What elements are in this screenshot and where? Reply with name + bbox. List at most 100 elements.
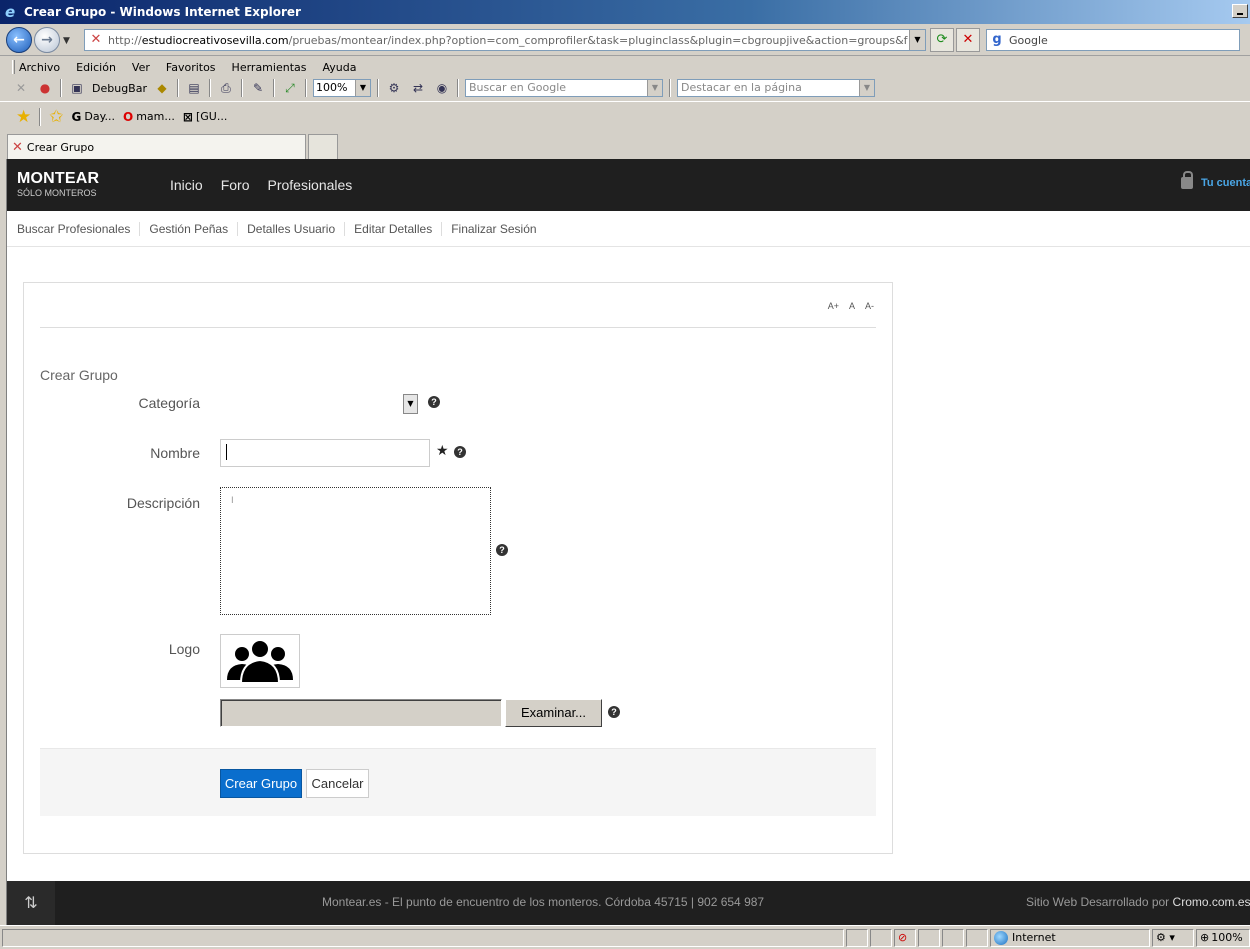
description-textarea[interactable]: I bbox=[220, 487, 491, 615]
add-favorite-icon[interactable]: ✩ bbox=[49, 107, 63, 127]
protected-mode-icon[interactable]: ⚙ ▾ bbox=[1152, 929, 1194, 947]
text-cursor-icon: I bbox=[231, 496, 234, 506]
site-favicon-icon: ✕ bbox=[12, 139, 23, 155]
toolbar-separator bbox=[304, 79, 307, 97]
stop-icon: ✕ bbox=[962, 32, 974, 47]
form-actions: Crear Grupo Cancelar bbox=[40, 748, 876, 816]
category-help-icon[interactable]: ? bbox=[428, 396, 440, 408]
refresh-button[interactable]: ⟳ bbox=[930, 28, 954, 52]
eye-icon[interactable]: ◉ bbox=[433, 79, 451, 97]
menu-archivo[interactable]: Archivo bbox=[19, 61, 60, 74]
nav-inicio[interactable]: Inicio bbox=[170, 177, 203, 193]
subnav-gestion-penas[interactable]: Gestión Peñas bbox=[139, 221, 237, 236]
status-cell bbox=[942, 929, 964, 947]
account-link[interactable]: Tu cuenta bbox=[1181, 171, 1250, 189]
favorites-bar: ★ ✩ G Day... Omam... ⊠ [GU... bbox=[0, 101, 1250, 131]
name-help-icon[interactable]: ? bbox=[454, 446, 466, 458]
category-label: Categoría bbox=[138, 395, 200, 411]
ie-tools-icon[interactable]: ◆ bbox=[153, 79, 171, 97]
create-group-button[interactable]: Crear Grupo bbox=[220, 769, 302, 798]
site-favicon-icon: ✕ bbox=[90, 32, 102, 47]
logo-file-input[interactable] bbox=[220, 699, 502, 727]
refresh-icon: ⟳ bbox=[936, 32, 948, 47]
gear-icon[interactable]: ⚙ bbox=[385, 79, 403, 97]
brand-name[interactable]: MONTEAR bbox=[17, 170, 99, 188]
menu-ver[interactable]: Ver bbox=[132, 61, 150, 74]
debugbar-label[interactable]: DebugBar bbox=[92, 82, 147, 95]
forward-button[interactable]: → bbox=[34, 27, 60, 53]
translate-icon[interactable]: ⇄ bbox=[409, 79, 427, 97]
recent-pages-dropdown[interactable]: ▼ bbox=[63, 36, 70, 46]
favorite-item[interactable]: G Day... bbox=[72, 110, 116, 124]
page-icon[interactable]: ▤ bbox=[185, 79, 203, 97]
chevron-down-icon[interactable]: ▼ bbox=[403, 394, 418, 414]
colors-icon[interactable]: ● bbox=[36, 79, 54, 97]
logo-help-icon[interactable]: ? bbox=[608, 706, 620, 718]
site-header: MONTEAR SÓLO MONTEROS Inicio Foro Profes… bbox=[7, 159, 1250, 211]
menu-favoritos[interactable]: Favoritos bbox=[166, 61, 216, 74]
brand-tagline: SÓLO MONTEROS bbox=[17, 188, 97, 198]
font-reset-button[interactable]: A bbox=[849, 301, 855, 311]
favorite-item[interactable]: ⊠ [GU... bbox=[183, 110, 227, 124]
toolbar-separator bbox=[668, 79, 671, 97]
highlight-input[interactable]: Destacar en la página bbox=[676, 79, 875, 97]
tab-crear-grupo[interactable]: ✕ Crear Grupo bbox=[7, 134, 306, 159]
font-size-controls: A+ A A- bbox=[828, 301, 874, 311]
new-tab-button[interactable] bbox=[308, 134, 338, 159]
font-increase-button[interactable]: A+ bbox=[828, 301, 839, 311]
google-search-input[interactable]: Buscar en Google bbox=[464, 79, 663, 97]
logo-label: Logo bbox=[168, 641, 200, 657]
required-star-icon: ★ bbox=[436, 443, 449, 459]
browser-search-input[interactable]: g Google bbox=[986, 29, 1240, 51]
group-icon bbox=[227, 639, 293, 684]
subnav-finalizar-sesion[interactable]: Finalizar Sesión bbox=[441, 221, 545, 236]
favorites-star-icon[interactable]: ★ bbox=[16, 107, 31, 127]
address-dropdown[interactable]: ▼ bbox=[909, 30, 925, 50]
resize-icon[interactable]: ⤢ bbox=[281, 79, 299, 97]
nav-profesionales[interactable]: Profesionales bbox=[267, 177, 352, 193]
subnav-buscar-profesionales[interactable]: Buscar Profesionales bbox=[17, 222, 139, 236]
opera-icon: O bbox=[123, 109, 134, 124]
toolbar-separator bbox=[176, 79, 179, 97]
zoom-control[interactable]: ⊕ 100% bbox=[1196, 929, 1250, 947]
name-label: Nombre bbox=[150, 445, 200, 461]
zoom-select[interactable]: 100% bbox=[312, 79, 371, 97]
nav-foro[interactable]: Foro bbox=[221, 177, 250, 193]
address-field[interactable]: ✕ http://estudiocreativosevilla.com/prue… bbox=[84, 29, 926, 51]
toolbar-grip[interactable] bbox=[12, 60, 15, 74]
cancel-button[interactable]: Cancelar bbox=[306, 769, 369, 798]
debugbar-icon[interactable]: ▣ bbox=[68, 79, 86, 97]
subnav-detalles-usuario[interactable]: Detalles Usuario bbox=[237, 221, 344, 236]
credit-link[interactable]: Cromo.com.es bbox=[1173, 895, 1250, 909]
security-zone[interactable]: Internet bbox=[990, 929, 1150, 947]
tab-bar: ✕ Crear Grupo bbox=[0, 131, 1250, 159]
popup-blocker-icon[interactable]: ⊘ bbox=[894, 929, 916, 947]
subnav-editar-detalles[interactable]: Editar Detalles bbox=[344, 221, 441, 236]
browse-button[interactable]: Examinar... bbox=[505, 699, 602, 727]
zoom-icon: ⊕ bbox=[1200, 931, 1210, 944]
account-label: Tu cuenta bbox=[1201, 177, 1250, 189]
create-group-panel: A+ A A- Crear Grupo Categoría ▼ ? Nombre… bbox=[23, 282, 893, 854]
stop-button[interactable]: ✕ bbox=[956, 28, 980, 52]
footer-toggle-icon[interactable]: ⇅ bbox=[7, 881, 55, 925]
font-decrease-button[interactable]: A- bbox=[865, 301, 874, 311]
minimize-button[interactable] bbox=[1232, 4, 1248, 18]
print-icon[interactable]: ⎙ bbox=[217, 79, 235, 97]
site-footer: ⇅ Montear.es - El punto de encuentro de … bbox=[7, 881, 1250, 925]
menu-ayuda[interactable]: Ayuda bbox=[322, 61, 356, 74]
address-url[interactable]: http://estudiocreativosevilla.com/prueba… bbox=[108, 34, 908, 47]
close-icon[interactable]: ✕ bbox=[12, 79, 30, 97]
address-toolbar: ← → ▼ ✕ http://estudiocreativosevilla.co… bbox=[0, 24, 1250, 56]
favorite-item[interactable]: Omam... bbox=[123, 110, 175, 124]
name-input[interactable] bbox=[220, 439, 430, 467]
back-button[interactable]: ← bbox=[6, 27, 32, 53]
description-help-icon[interactable]: ? bbox=[496, 544, 508, 556]
status-cell bbox=[918, 929, 940, 947]
menu-edicion[interactable]: Edición bbox=[76, 61, 116, 74]
search-engine-label: Google bbox=[1009, 33, 1048, 47]
category-select[interactable]: ▼ bbox=[220, 392, 418, 416]
sub-nav: Buscar Profesionales Gestión Peñas Detal… bbox=[7, 211, 1250, 247]
pen-icon[interactable]: ✎ bbox=[249, 79, 267, 97]
menu-herramientas[interactable]: Herramientas bbox=[232, 61, 307, 74]
menu-bar: Archivo Edición Ver Favoritos Herramient… bbox=[0, 57, 1250, 77]
